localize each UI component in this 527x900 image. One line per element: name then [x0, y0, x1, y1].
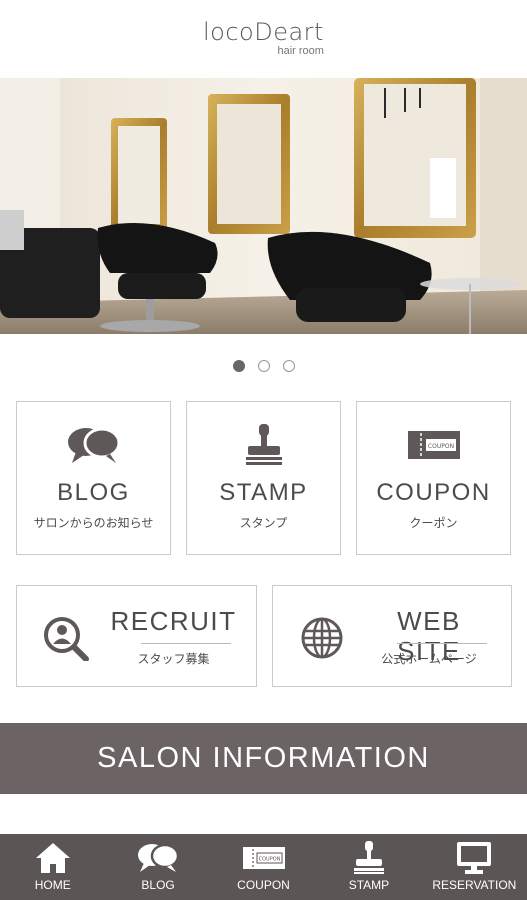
recruit-tile[interactable]: RECRUIT スタッフ募集 [16, 585, 257, 687]
tab-coupon-label: COUPON [237, 878, 290, 892]
tab-reservation-label: RESERVATION [432, 878, 517, 892]
coupon-tile[interactable]: COUPON COUPON クーポン [356, 401, 511, 555]
recruit-tile-title: RECRUIT [110, 606, 237, 636]
carousel-indicator [0, 360, 527, 372]
website-tile-subtitle: 公式ホームページ [381, 652, 477, 666]
stamp-icon [187, 424, 340, 466]
stamp-tile-title: STAMP [219, 479, 308, 506]
stamp-icon [316, 834, 421, 876]
stamp-tile-subtitle: スタンプ [239, 516, 288, 530]
globe-icon [297, 614, 347, 662]
tab-stamp[interactable]: STAMP [316, 834, 421, 900]
carousel-dot-2[interactable] [257, 360, 270, 372]
blog-tile-title: BLOG [57, 479, 130, 506]
logo-text: locoDeart [203, 18, 324, 46]
tab-home-label: HOME [34, 878, 71, 892]
bottom-tab-bar: HOME BLOG COUPON COUPON STAMP RESERVATIO… [0, 834, 527, 900]
monitor-icon [422, 834, 527, 876]
blog-tile[interactable]: BLOG サロンからのお知らせ [16, 401, 171, 555]
website-tile[interactable]: WEB SITE 公式ホームページ [272, 585, 512, 687]
website-divider [397, 643, 487, 644]
svg-text:COUPON: COUPON [258, 857, 280, 863]
tab-stamp-label: STAMP [348, 878, 390, 892]
recruit-divider [141, 643, 231, 644]
carousel-dot-1[interactable] [232, 360, 245, 372]
hero-image-salon-interior[interactable] [0, 78, 527, 334]
brand-logo[interactable]: locoDeart hair room [203, 18, 324, 57]
tab-home[interactable]: HOME [0, 834, 105, 900]
chat-bubbles-icon [17, 424, 170, 466]
svg-text:COUPON: COUPON [427, 443, 453, 450]
salon-information-label: SALON INFORMATION [97, 742, 430, 774]
coupon-tile-subtitle: クーポン [409, 516, 458, 530]
tab-blog-label: BLOG [141, 878, 175, 892]
search-person-icon [41, 614, 91, 662]
tab-blog[interactable]: BLOG [105, 834, 210, 900]
tab-reservation[interactable]: RESERVATION [422, 834, 527, 900]
home-icon [0, 834, 105, 876]
app-header: locoDeart hair room [0, 0, 527, 78]
coupon-icon: COUPON [357, 424, 510, 466]
coupon-icon: COUPON [211, 834, 316, 876]
coupon-tile-title: COUPON [376, 479, 491, 506]
recruit-tile-subtitle: スタッフ募集 [137, 652, 210, 666]
chat-bubbles-icon [105, 834, 210, 876]
salon-photo [0, 78, 527, 334]
blog-tile-subtitle: サロンからのお知らせ [33, 516, 154, 530]
logo-subtext: hair room [277, 45, 324, 57]
carousel-dot-3[interactable] [282, 360, 295, 372]
stamp-tile[interactable]: STAMP スタンプ [186, 401, 341, 555]
salon-information-button[interactable]: SALON INFORMATION [0, 723, 527, 794]
tab-coupon[interactable]: COUPON COUPON [211, 834, 316, 900]
